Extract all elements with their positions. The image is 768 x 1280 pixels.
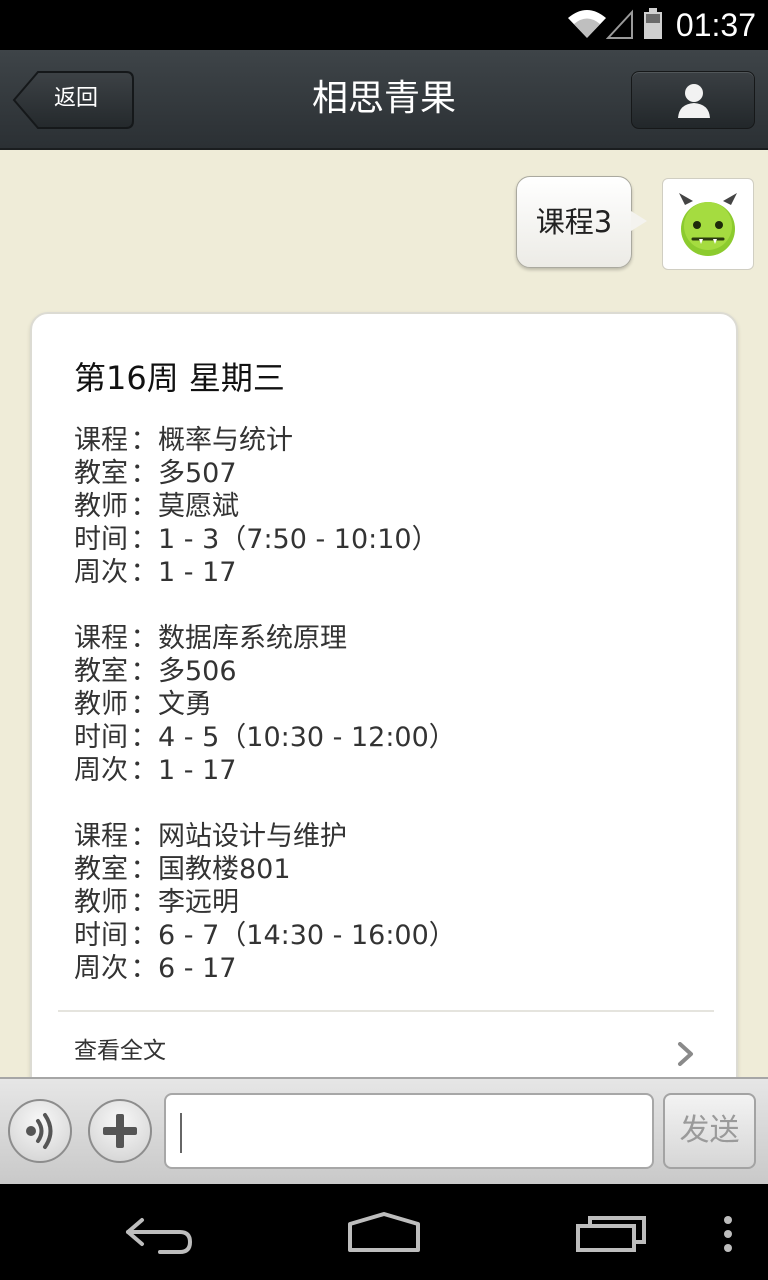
profile-button[interactable] xyxy=(631,71,755,129)
time-value: 4 - 5（10:30 - 12:00） xyxy=(158,722,456,753)
green-monster-icon xyxy=(679,193,737,256)
field-separator: ： xyxy=(130,920,158,951)
weeks-value: 6 - 17 xyxy=(158,953,237,984)
weeks-value: 1 - 17 xyxy=(158,557,237,588)
sent-message-text: 课程3 xyxy=(535,205,613,239)
field-label: 教室 xyxy=(74,854,128,885)
app-header: 返回 相思青果 xyxy=(0,50,768,150)
field-label: 教师 xyxy=(74,689,128,720)
battery-icon xyxy=(644,8,662,39)
time-row: 时间：1 - 3（7:50 - 10:10） xyxy=(74,523,694,556)
field-separator: ： xyxy=(130,854,158,885)
room-value: 国教楼801 xyxy=(158,854,291,885)
course-block: 课程：网站设计与维护 教室：国教楼801 教师：李远明 时间：6 - 7（14:… xyxy=(74,820,694,985)
field-separator: ： xyxy=(130,491,158,522)
page-title: 相思青果 xyxy=(311,78,456,119)
weeks-row: 周次：1 - 17 xyxy=(74,556,694,589)
course-name: 网站设计与维护 xyxy=(158,821,347,852)
back-button-label: 返回 xyxy=(54,86,99,111)
field-separator: ： xyxy=(130,755,158,786)
plus-icon xyxy=(103,1114,137,1148)
course-name: 数据库系统原理 xyxy=(158,623,347,654)
time-row: 时间：4 - 5（10:30 - 12:00） xyxy=(74,721,694,754)
time-value: 6 - 7（14:30 - 16:00） xyxy=(158,920,456,951)
course-name: 概率与统计 xyxy=(158,425,293,456)
room-row: 教室：多507 xyxy=(74,457,694,490)
clock: 01:37 xyxy=(675,7,756,43)
voice-icon xyxy=(26,1113,53,1149)
add-attachment-button[interactable] xyxy=(88,1099,152,1163)
field-separator: ： xyxy=(130,689,158,720)
home-nav-icon[interactable] xyxy=(344,1184,424,1280)
teacher-value: 文勇 xyxy=(158,689,212,720)
user-avatar[interactable] xyxy=(662,178,754,270)
course-name-row: 课程：网站设计与维护 xyxy=(74,820,694,853)
field-separator: ： xyxy=(130,656,158,687)
weeks-row: 周次：6 - 17 xyxy=(74,952,694,985)
field-separator: ： xyxy=(130,722,158,753)
chevron-right-icon xyxy=(678,1042,693,1066)
course-name-row: 课程：概率与统计 xyxy=(74,424,694,457)
field-label: 周次 xyxy=(74,953,128,984)
recent-apps-nav-icon[interactable] xyxy=(572,1184,652,1280)
room-value: 多507 xyxy=(158,458,237,489)
back-nav-icon[interactable] xyxy=(120,1184,200,1280)
divider xyxy=(58,1010,714,1012)
course-block: 课程：数据库系统原理 教室：多506 教师：文勇 时间：4 - 5（10:30 … xyxy=(74,622,694,787)
field-separator: ： xyxy=(130,557,158,588)
field-label: 教室 xyxy=(74,458,128,489)
voice-button[interactable] xyxy=(8,1099,72,1163)
teacher-value: 李远明 xyxy=(158,887,239,918)
field-separator: ： xyxy=(130,953,158,984)
overflow-menu-icon[interactable] xyxy=(716,1184,740,1280)
field-label: 课程 xyxy=(74,821,128,852)
field-label: 教师 xyxy=(74,887,128,918)
system-nav-bar xyxy=(0,1184,768,1280)
field-label: 教室 xyxy=(74,656,128,687)
field-label: 课程 xyxy=(74,425,128,456)
message-text-field[interactable] xyxy=(186,1107,640,1157)
room-value: 多506 xyxy=(158,656,237,687)
teacher-value: 莫愿斌 xyxy=(158,491,239,522)
field-separator: ： xyxy=(130,524,158,555)
card-title: 第16周 星期三 xyxy=(74,359,285,397)
schedule-card[interactable]: 第16周 星期三 课程：概率与统计 教室：多507 教师：莫愿斌 时间：1 - … xyxy=(30,312,738,1112)
sent-message-bubble[interactable]: 课程3 xyxy=(516,176,647,268)
weeks-row: 周次：1 - 17 xyxy=(74,754,694,787)
field-label: 周次 xyxy=(74,557,128,588)
field-label: 教师 xyxy=(74,491,128,522)
field-separator: ： xyxy=(130,623,158,654)
field-label: 时间 xyxy=(74,722,128,753)
person-icon xyxy=(678,84,710,118)
field-separator: ： xyxy=(130,821,158,852)
field-separator: ： xyxy=(130,887,158,918)
teacher-row: 教师：文勇 xyxy=(74,688,694,721)
read-more-link[interactable]: 查看全文 xyxy=(74,1034,166,1068)
teacher-row: 教师：莫愿斌 xyxy=(74,490,694,523)
teacher-row: 教师：李远明 xyxy=(74,886,694,919)
field-label: 时间 xyxy=(74,524,128,555)
field-label: 时间 xyxy=(74,920,128,951)
wifi-icon xyxy=(568,10,606,38)
room-row: 教室：国教楼801 xyxy=(74,853,694,886)
field-separator: ： xyxy=(130,425,158,456)
message-input-bar: 发送 xyxy=(0,1077,768,1184)
room-row: 教室：多506 xyxy=(74,655,694,688)
weeks-value: 1 - 17 xyxy=(158,755,237,786)
field-separator: ： xyxy=(130,458,158,489)
send-button[interactable]: 发送 xyxy=(663,1093,756,1169)
time-row: 时间：6 - 7（14:30 - 16:00） xyxy=(74,919,694,952)
field-label: 周次 xyxy=(74,755,128,786)
field-label: 课程 xyxy=(74,623,128,654)
status-bar: 01:37 xyxy=(0,0,768,50)
course-name-row: 课程：数据库系统原理 xyxy=(74,622,694,655)
signal-icon xyxy=(606,9,633,39)
text-caret xyxy=(180,1113,182,1153)
bubble-tail xyxy=(631,211,647,231)
message-input[interactable] xyxy=(164,1093,654,1169)
back-button[interactable]: 返回 xyxy=(12,71,134,129)
time-value: 1 - 3（7:50 - 10:10） xyxy=(158,524,439,555)
course-block: 课程：概率与统计 教室：多507 教师：莫愿斌 时间：1 - 3（7:50 - … xyxy=(74,424,694,589)
